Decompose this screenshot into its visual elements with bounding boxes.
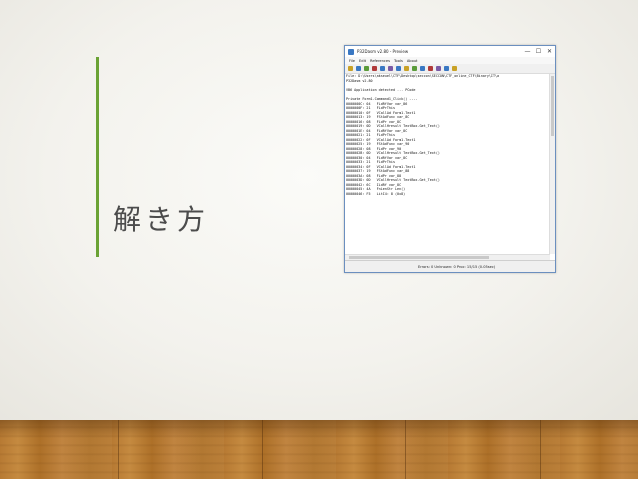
status-summary: Errors: 0 Unknown: 0 Proc: 15/15 (0.05se… xyxy=(418,265,496,269)
toolbar-button-icon[interactable] xyxy=(388,66,393,71)
maximize-button[interactable]: ☐ xyxy=(533,46,544,57)
disassembly-listing[interactable]: P32Dasm v2.80 VB6 Application detected ..… xyxy=(346,79,548,252)
app-icon xyxy=(348,48,354,55)
toolbar-button-icon[interactable] xyxy=(396,66,401,71)
code-line: 00000046: F5 LitI4: 8 (0x8) xyxy=(346,191,406,196)
toolbar-button-icon[interactable] xyxy=(428,66,433,71)
toolbar-button-icon[interactable] xyxy=(356,66,361,71)
menu-about[interactable]: About xyxy=(407,59,418,63)
toolbar-button-icon[interactable] xyxy=(364,66,369,71)
toolbar-button-icon[interactable] xyxy=(372,66,377,71)
menu-references[interactable]: References xyxy=(370,59,390,63)
toolbar-button-icon[interactable] xyxy=(404,66,409,71)
slide-title: 解き方 xyxy=(113,203,210,236)
disassembler-window[interactable]: P32Dasm v2.80 - Preview — ☐ ✕ File Edit … xyxy=(344,45,556,273)
toolbar-button-icon[interactable] xyxy=(452,66,457,71)
status-bar: Errors: 0 Unknown: 0 Proc: 15/15 (0.05se… xyxy=(345,260,555,272)
vertical-scrollbar[interactable] xyxy=(549,74,555,254)
menu-bar: File Edit References Tools About xyxy=(345,57,555,64)
toolbar-button-icon[interactable] xyxy=(444,66,449,71)
window-title: P32Dasm v2.80 - Preview xyxy=(357,49,409,54)
minimize-button[interactable]: — xyxy=(522,46,533,57)
accent-bar xyxy=(96,57,99,257)
menu-file[interactable]: File xyxy=(349,59,355,63)
horizontal-scroll-thumb[interactable] xyxy=(349,256,489,259)
floor-seam xyxy=(540,420,541,479)
vertical-scroll-thumb[interactable] xyxy=(551,76,554,136)
toolbar xyxy=(345,64,555,74)
floor-seam xyxy=(118,420,119,479)
toolbar-button-icon[interactable] xyxy=(380,66,385,71)
floor-seam xyxy=(405,420,406,479)
toolbar-button-icon[interactable] xyxy=(420,66,425,71)
toolbar-button-icon[interactable] xyxy=(348,66,353,71)
menu-edit[interactable]: Edit xyxy=(359,59,366,63)
menu-tools[interactable]: Tools xyxy=(394,59,403,63)
wooden-floor xyxy=(0,420,638,479)
toolbar-button-icon[interactable] xyxy=(436,66,441,71)
toolbar-button-icon[interactable] xyxy=(412,66,417,71)
close-button[interactable]: ✕ xyxy=(544,46,555,57)
floor-seam xyxy=(262,420,263,479)
